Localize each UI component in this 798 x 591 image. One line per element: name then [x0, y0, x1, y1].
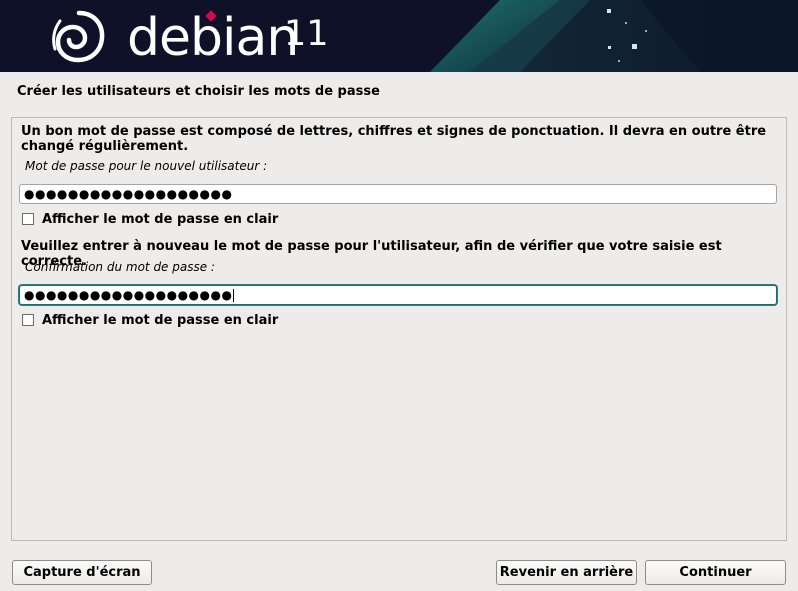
- confirm-password-value: ●●●●●●●●●●●●●●●●●●●: [24, 288, 233, 302]
- show-confirm-password-toggle[interactable]: Afficher le mot de passe en clair: [22, 312, 278, 328]
- password-input[interactable]: ●●●●●●●●●●●●●●●●●●●: [19, 184, 777, 204]
- password-value: ●●●●●●●●●●●●●●●●●●●: [24, 187, 233, 201]
- continue-button[interactable]: Continuer: [645, 560, 786, 585]
- header-banner: debian 11: [0, 0, 798, 72]
- show-confirm-password-label: Afficher le mot de passe en clair: [42, 312, 279, 328]
- banner-background: [0, 0, 798, 72]
- back-button[interactable]: Revenir en arrière: [496, 560, 637, 585]
- password-label: Mot de passe pour le nouvel utilisateur …: [25, 159, 268, 173]
- show-password-toggle[interactable]: Afficher le mot de passe en clair: [22, 211, 278, 227]
- debian-swirl-logo-icon: [52, 10, 105, 63]
- confirm-password-input[interactable]: ●●●●●●●●●●●●●●●●●●●: [19, 285, 777, 305]
- password-help-text: Un bon mot de passe est composé de lettr…: [21, 124, 767, 154]
- screenshot-button[interactable]: Capture d'écran: [12, 560, 152, 585]
- confirm-password-label: Confirmation du mot de passe :: [25, 260, 215, 274]
- text-cursor: [233, 289, 235, 302]
- show-confirm-password-checkbox[interactable]: [22, 314, 34, 326]
- show-password-label: Afficher le mot de passe en clair: [42, 211, 279, 227]
- content-panel: Un bon mot de passe est composé de lettr…: [11, 117, 787, 541]
- page-title: Créer les utilisateurs et choisir les mo…: [17, 84, 380, 99]
- version-number: 11: [284, 14, 329, 54]
- show-password-checkbox[interactable]: [22, 213, 34, 225]
